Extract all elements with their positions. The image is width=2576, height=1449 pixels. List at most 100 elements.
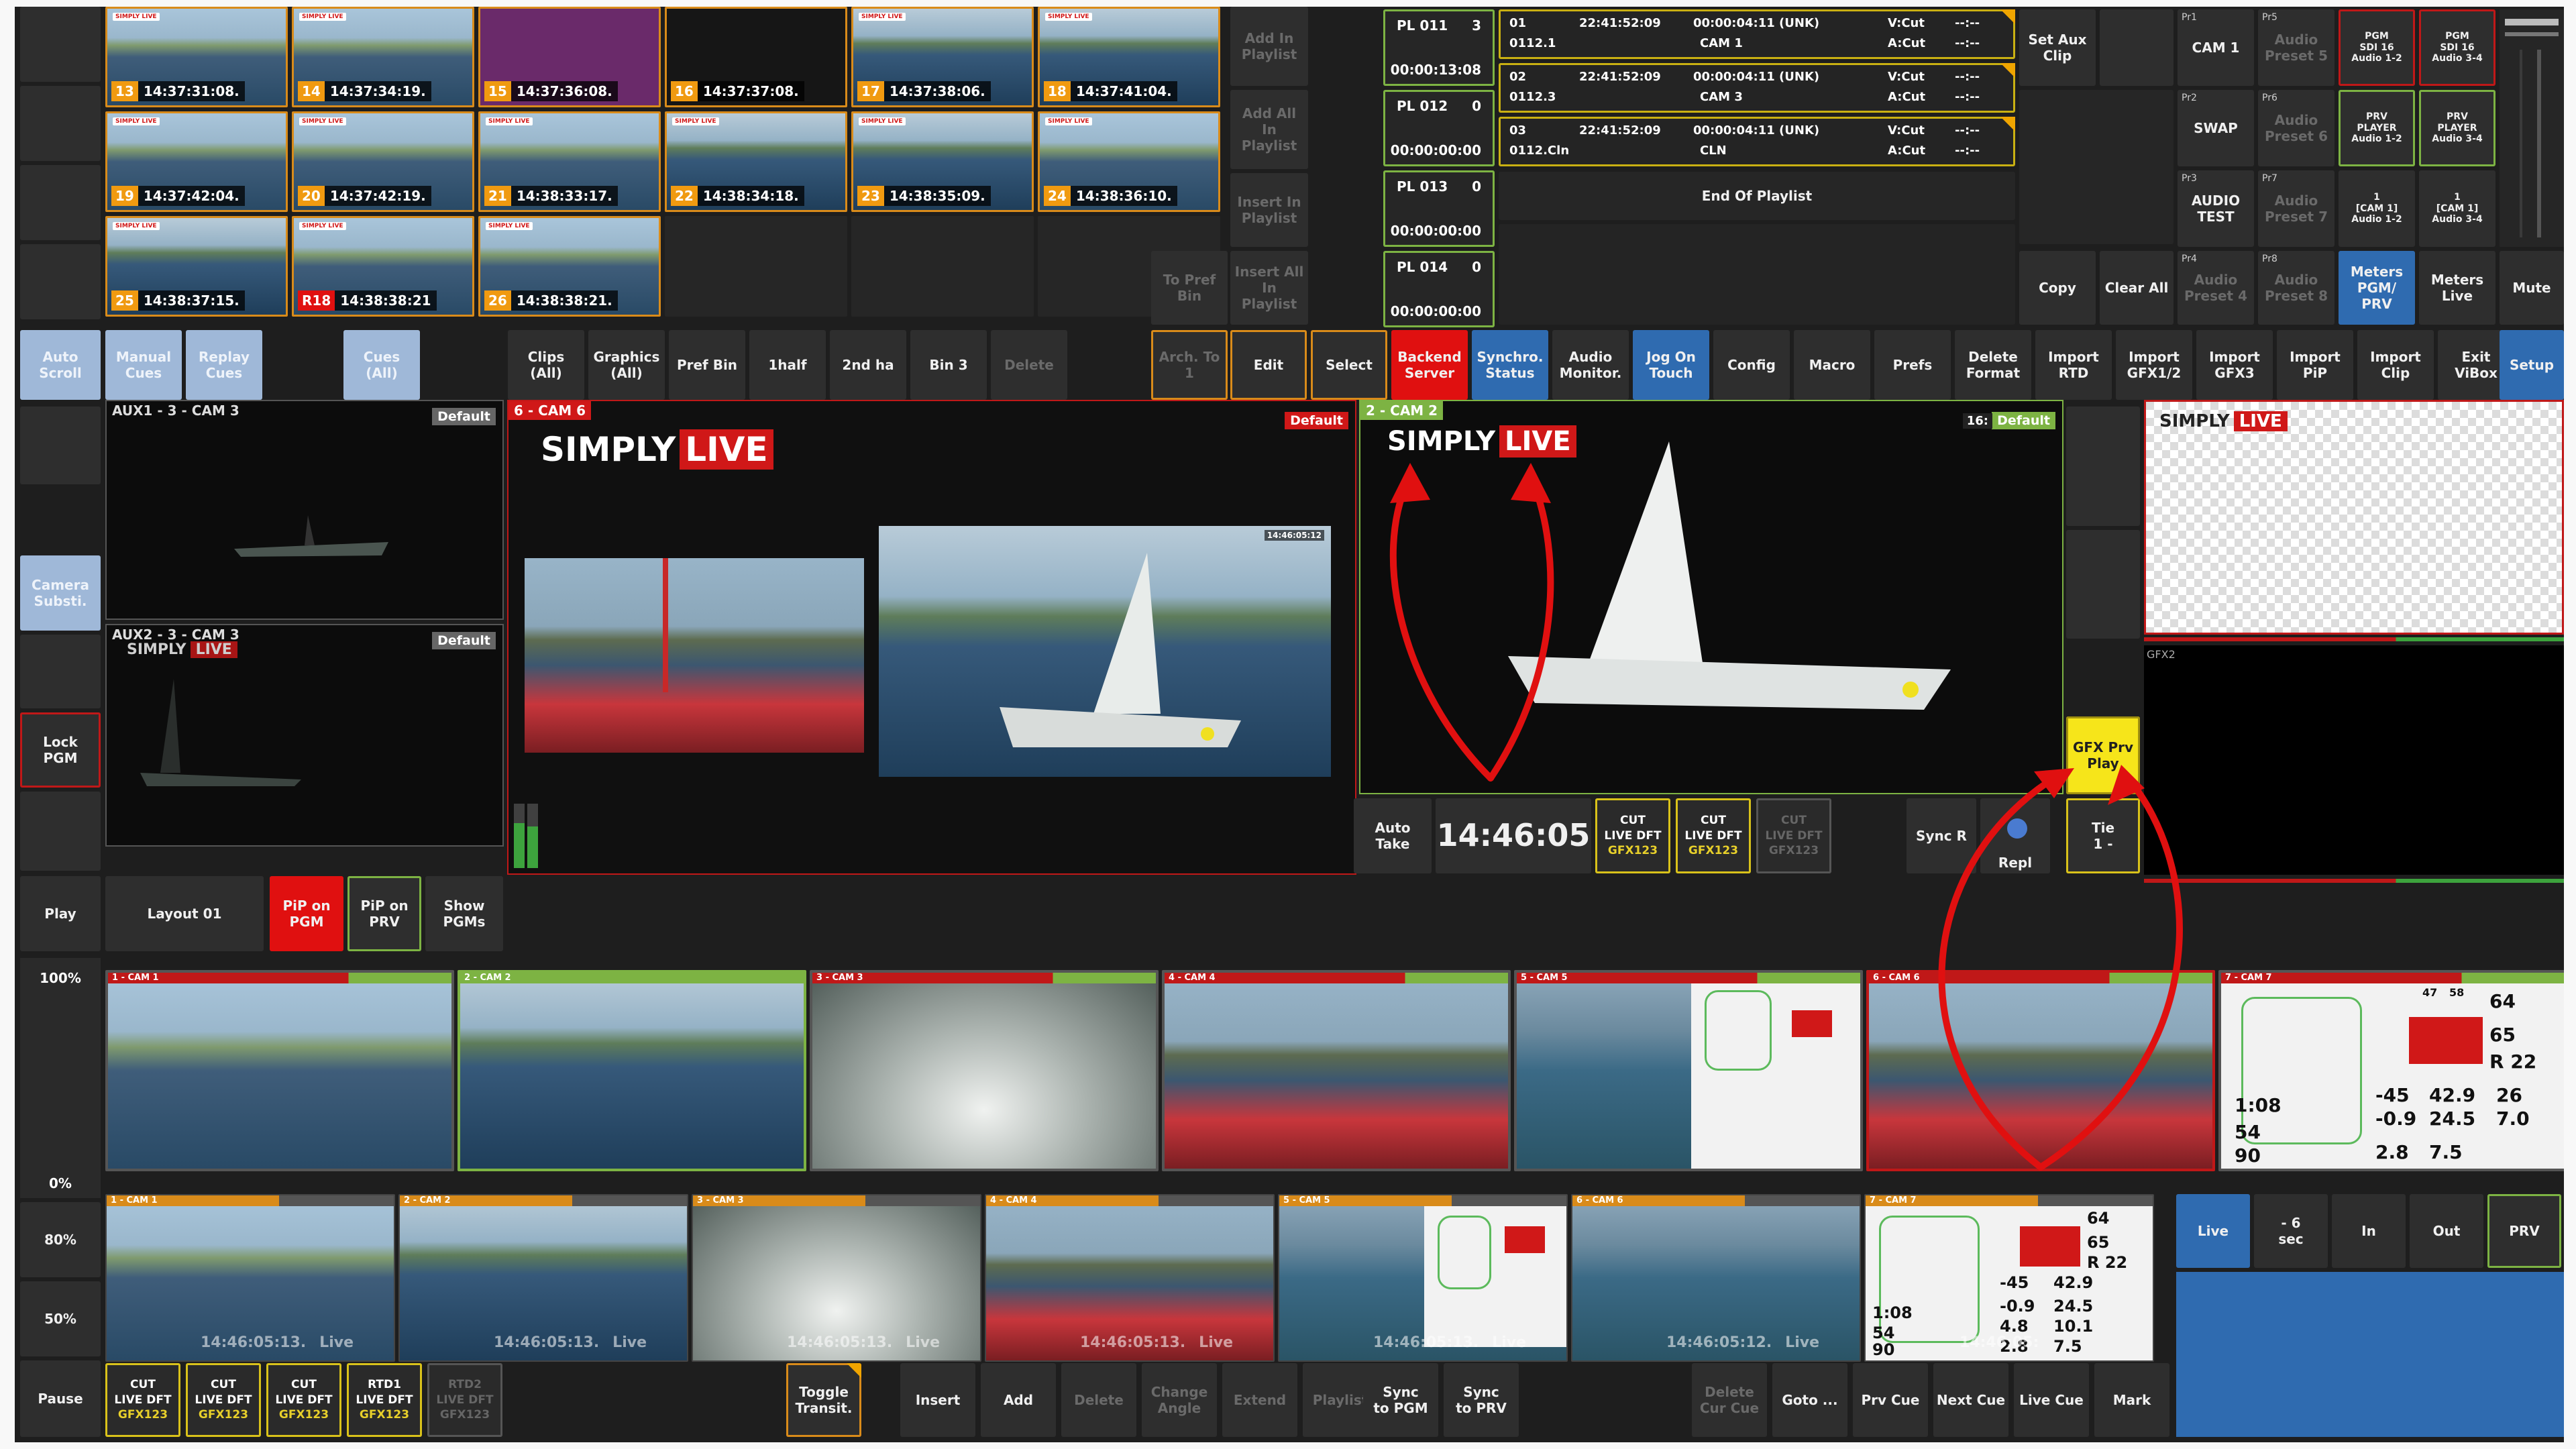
camera-feed[interactable]: 3 - CAM 3	[810, 970, 1159, 1171]
replay-feed[interactable]: 7 - CAM 7 64 65 R 22 -45 42.9 -0.9 24.5 1:08 54 90…	[1864, 1194, 2154, 1362]
speed-80-button[interactable]: 80%	[20, 1202, 101, 1277]
audio-preset-5-button[interactable]: Pr5 Audio Preset 5	[2258, 9, 2334, 86]
function-button[interactable]: Auto Scroll	[20, 330, 101, 400]
preset-cam1-button[interactable]: Pr1 CAM 1	[2178, 9, 2254, 86]
function-button[interactable]: Graphics (All)	[588, 330, 665, 400]
clip-tile[interactable]: SIMPLY LIVE 26 14:38:38:21.	[478, 216, 661, 317]
pip-on-pgm-button[interactable]: PiP on PGM	[270, 876, 343, 951]
gfx-cut-button[interactable]: CUT LIVE DFT GFX123	[1756, 798, 1831, 873]
control-button[interactable]: Insert	[900, 1363, 975, 1437]
camera-subst-button[interactable]: Camera Substi.	[20, 555, 101, 631]
gfx1-monitor[interactable]: SIMPLY LIVE	[2144, 400, 2564, 635]
function-button[interactable]: Import GFX3	[2196, 330, 2273, 400]
copy-button[interactable]: Copy	[2019, 251, 2096, 325]
empty-clip-slot[interactable]	[665, 216, 847, 317]
function-button[interactable]: Jog On Touch	[1633, 330, 1709, 400]
empty-slot[interactable]	[2066, 407, 2140, 526]
replay-feed[interactable]: 4 - CAM 4 14:46:05:13. Live	[985, 1194, 1275, 1362]
clip-tile[interactable]: SIMPLY LIVE 19 14:37:42:04.	[105, 111, 288, 212]
audio-out-pgm-12[interactable]: PGM SDI 16 Audio 1-2	[2339, 9, 2415, 86]
function-button[interactable]: Synchro. Status	[1472, 330, 1548, 400]
add-all-in-playlist-button[interactable]: Add All In Playlist	[1230, 90, 1308, 169]
live-button[interactable]: Live	[2176, 1194, 2250, 1268]
playlist-entry[interactable]: 02 22:41:52:09 00:00:04:11 (UNK) V:Cut --:--…	[1499, 63, 2015, 113]
control-button[interactable]: Toggle Transit.	[786, 1363, 861, 1437]
function-button[interactable]: Cues (All)	[343, 330, 420, 400]
clip-tile[interactable]: SIMPLY LIVE 20 14:37:42:19.	[292, 111, 474, 212]
fader-handle[interactable]	[2505, 19, 2559, 25]
function-button[interactable]: Arch. To 1	[1151, 330, 1228, 400]
replay-feed[interactable]: 2 - CAM 2 14:46:05:13. Live	[398, 1194, 688, 1362]
empty-slot[interactable]	[2066, 530, 2140, 639]
function-button[interactable]: 1half	[749, 330, 826, 400]
function-button[interactable]: Import PiP	[2277, 330, 2353, 400]
audio-out-prv-12[interactable]: PRV PLAYER Audio 1-2	[2339, 90, 2415, 166]
empty-clip-slot[interactable]	[851, 216, 1034, 317]
function-button[interactable]: Clips (All)	[508, 330, 584, 400]
playlist-card[interactable]: PL 011 3 00:00:13:08	[1383, 9, 1495, 86]
control-button[interactable]: Change Angle	[1142, 1363, 1217, 1437]
replay-feed[interactable]: 5 - CAM 5 14:46:05:13. Live	[1278, 1194, 1568, 1362]
clip-tile[interactable]: SIMPLY LIVE 24 14:38:36:10.	[1038, 111, 1220, 212]
meters-live-button[interactable]: Meters Live	[2419, 251, 2496, 325]
audio-preset-4-button[interactable]: Pr4 Audio Preset 4	[2178, 251, 2254, 325]
insert-all-in-playlist-button[interactable]: Insert All In Playlist	[1230, 251, 1308, 325]
replay-feed[interactable]: 6 - CAM 6 14:46:05:12. Live	[1571, 1194, 1861, 1362]
lock-pgm-button[interactable]: Lock PGM	[20, 712, 101, 788]
function-button[interactable]: 2nd ha	[830, 330, 906, 400]
playlist-entry[interactable]: 03 22:41:52:09 00:00:04:11 (UNK) V:Cut --:--…	[1499, 117, 2015, 166]
audio-out-prv-34[interactable]: PRV PLAYER Audio 3-4	[2419, 90, 2496, 166]
clear-all-button[interactable]: Clear All	[2100, 251, 2174, 325]
pause-button[interactable]: Pause	[20, 1360, 101, 1437]
control-button[interactable]: Sync to PGM	[1363, 1363, 1438, 1437]
control-button[interactable]: Prv Cue	[1853, 1363, 1928, 1437]
preset-audio-test-button[interactable]: Pr3 AUDIO TEST	[2178, 170, 2254, 247]
control-button[interactable]: Sync to PRV	[1444, 1363, 1519, 1437]
empty-slot[interactable]	[2100, 9, 2174, 86]
add-in-playlist-button[interactable]: Add In Playlist	[1230, 7, 1308, 86]
show-pgms-button[interactable]: Show PGMs	[425, 876, 503, 951]
replay-feed[interactable]: 3 - CAM 3 14:46:05:13. Live	[692, 1194, 981, 1362]
sync-r-button[interactable]: Sync R	[1907, 798, 1976, 873]
to-pref-bin-button[interactable]: To Pref Bin	[1151, 251, 1228, 325]
function-button[interactable]: Delete Format	[1955, 330, 2031, 400]
replay-feed[interactable]: 1 - CAM 1 14:46:05:13. Live	[105, 1194, 395, 1362]
empty-slot[interactable]	[20, 792, 101, 871]
clip-tile[interactable]: SIMPLY LIVE 17 14:37:38:06.	[851, 7, 1034, 107]
jog-pad[interactable]	[2176, 1272, 2564, 1437]
speed-50-button[interactable]: 50%	[20, 1281, 101, 1356]
control-button[interactable]: Goto ...	[1772, 1363, 1847, 1437]
playlist-card[interactable]: PL 012 0 00:00:00:00	[1383, 90, 1495, 166]
tie-button[interactable]: Tie 1 -	[2066, 798, 2140, 873]
function-button[interactable]: Macro	[1794, 330, 1870, 400]
empty-slot[interactable]	[20, 165, 101, 240]
camera-feed[interactable]: 6 - CAM 6	[1866, 970, 2215, 1171]
function-button[interactable]: Setup	[2500, 330, 2564, 400]
clip-tile[interactable]: SIMPLY LIVE 23 14:38:35:09.	[851, 111, 1034, 212]
empty-slot[interactable]	[20, 635, 101, 708]
control-button[interactable]: Extend	[1222, 1363, 1297, 1437]
function-button[interactable]: Backend Server	[1391, 330, 1468, 400]
clip-tile[interactable]: SIMPLY LIVE 18 14:37:41:04.	[1038, 7, 1220, 107]
function-button[interactable]: Audio Monitor.	[1552, 330, 1629, 400]
camera-feed[interactable]: 7 - CAM 7 47 58 64 65 R 22 -45 42.9 26 -0.9 24.5 7.…	[2218, 970, 2564, 1171]
function-button[interactable]: Delete	[991, 330, 1067, 400]
control-button[interactable]: Delete	[1061, 1363, 1136, 1437]
set-aux-clip-button[interactable]: Set Aux Clip	[2019, 9, 2096, 86]
play-button[interactable]: Play	[20, 876, 101, 951]
audio-out-cam1-12[interactable]: 1 [CAM 1] Audio 1-2	[2339, 170, 2415, 247]
prv-monitor[interactable]: 2 - CAM 2 Default 16: SIMPLY LIVE	[1359, 400, 2063, 794]
insert-in-playlist-button[interactable]: Insert In Playlist	[1230, 173, 1308, 247]
function-button[interactable]: Import RTD	[2035, 330, 2112, 400]
control-button[interactable]: Live Cue	[2014, 1363, 2089, 1437]
preset-swap-button[interactable]: Pr2 SWAP	[2178, 90, 2254, 166]
clip-tile[interactable]: SIMPLY LIVE 21 14:38:33:17.	[478, 111, 661, 212]
out-button[interactable]: Out	[2410, 1194, 2483, 1268]
pip-on-prv-button[interactable]: PiP on PRV	[347, 876, 421, 951]
in-button[interactable]: In	[2332, 1194, 2406, 1268]
control-button[interactable]: Delete Cur Cue	[1692, 1363, 1767, 1437]
function-button[interactable]: Prefs	[1874, 330, 1951, 400]
camera-feed[interactable]: 4 - CAM 4	[1162, 970, 1511, 1171]
replay-button[interactable]: Repl	[1980, 798, 2050, 873]
function-button[interactable]: Import GFX1/2	[2116, 330, 2192, 400]
